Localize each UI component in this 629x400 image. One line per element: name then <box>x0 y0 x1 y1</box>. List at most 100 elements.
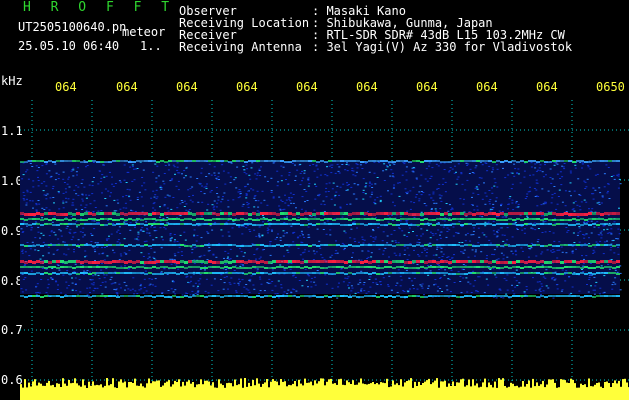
noise-speck <box>55 172 58 174</box>
carrier-band-segment <box>460 160 464 162</box>
noise-speck <box>77 186 80 188</box>
noise-speck <box>393 184 396 186</box>
noise-speck <box>157 175 160 177</box>
noise-speck <box>133 293 136 295</box>
noise-speck <box>274 238 277 240</box>
carrier-band-segment <box>120 244 124 246</box>
power-bar <box>472 379 474 400</box>
noise-speck <box>617 228 620 230</box>
noise-speck <box>102 164 105 166</box>
carrier-band-segment <box>444 218 448 220</box>
noise-speck <box>523 170 526 172</box>
carrier-band-segment <box>156 244 160 246</box>
noise-speck <box>315 251 318 253</box>
noise-speck <box>149 235 152 237</box>
noise-speck <box>394 240 397 242</box>
noise-speck <box>306 279 308 281</box>
carrier-band-segment <box>88 223 92 225</box>
noise-speck <box>105 205 108 207</box>
carrier-band-segment <box>112 295 116 297</box>
noise-speck <box>406 259 409 260</box>
carrier-band-segment <box>364 272 368 274</box>
noise-speck <box>54 179 57 181</box>
noise-speck <box>513 163 516 165</box>
carrier-band-segment <box>28 260 32 263</box>
noise-speck <box>153 257 156 259</box>
noise-speck <box>94 260 96 261</box>
carrier-band-segment <box>156 267 160 269</box>
carrier-band-segment <box>240 212 244 215</box>
power-bar <box>170 386 172 400</box>
carrier-band-segment <box>152 261 156 264</box>
power-bar <box>328 379 330 400</box>
power-bar <box>44 385 46 400</box>
noise-speck <box>301 170 303 172</box>
carrier-band-segment <box>180 266 184 268</box>
power-bar <box>304 378 306 400</box>
noise-speck <box>429 231 432 233</box>
carrier-band-segment <box>212 223 216 225</box>
noise-speck <box>140 252 143 254</box>
noise-speck <box>135 238 138 240</box>
noise-speck <box>362 189 365 191</box>
noise-speck <box>352 174 355 176</box>
noise-speck <box>137 231 140 233</box>
noise-speck <box>68 176 70 178</box>
noise-speck <box>143 182 146 184</box>
carrier-band-segment <box>76 245 80 247</box>
noise-speck <box>62 171 65 173</box>
carrier-band-segment <box>380 260 384 263</box>
power-bar <box>554 382 556 400</box>
carrier-band-segment <box>120 212 124 215</box>
noise-speck <box>582 263 585 265</box>
noise-speck <box>266 227 269 229</box>
noise-speck <box>259 175 262 176</box>
noise-speck <box>553 251 556 253</box>
noise-speck <box>70 216 73 218</box>
noise-speck <box>324 274 327 276</box>
noise-speck <box>258 170 261 171</box>
noise-speck <box>532 277 534 279</box>
noise-speck <box>402 200 405 202</box>
power-bar <box>294 381 296 400</box>
noise-speck <box>423 203 426 204</box>
noise-speck <box>578 241 581 243</box>
noise-speck <box>452 235 455 237</box>
noise-speck <box>449 167 452 169</box>
carrier-band-segment <box>192 213 196 216</box>
noise-speck <box>150 226 152 228</box>
noise-speck <box>192 285 195 287</box>
carrier-band-segment <box>616 260 620 263</box>
noise-speck <box>514 286 517 288</box>
noise-speck <box>235 187 238 189</box>
noise-speck <box>84 207 87 209</box>
carrier-band-segment <box>396 160 400 162</box>
carrier-band-segment <box>72 218 76 220</box>
noise-speck <box>435 202 438 204</box>
noise-speck <box>152 207 155 209</box>
noise-speck <box>66 183 69 185</box>
carrier-band-segment <box>88 160 92 162</box>
power-bar <box>224 387 226 400</box>
noise-speck <box>373 202 376 204</box>
carrier-band-segment <box>532 218 536 220</box>
noise-speck <box>156 196 159 198</box>
carrier-band-segment <box>120 272 124 274</box>
noise-speck <box>513 175 516 177</box>
noise-speck <box>45 292 48 294</box>
carrier-band-segment <box>40 273 44 275</box>
carrier-band-segment <box>32 295 36 297</box>
carrier-band-segment <box>316 218 320 220</box>
noise-speck <box>217 199 220 201</box>
carrier-band-segment <box>316 161 320 163</box>
noise-speck <box>412 231 414 232</box>
noise-speck <box>266 230 269 232</box>
carrier-band-segment <box>560 219 564 221</box>
carrier-band-segment <box>592 212 596 215</box>
noise-speck <box>405 220 408 222</box>
power-bar <box>542 380 544 400</box>
noise-speck <box>462 203 465 205</box>
noise-speck <box>493 254 496 256</box>
noise-speck <box>535 255 538 257</box>
carrier-band-segment <box>128 224 132 226</box>
